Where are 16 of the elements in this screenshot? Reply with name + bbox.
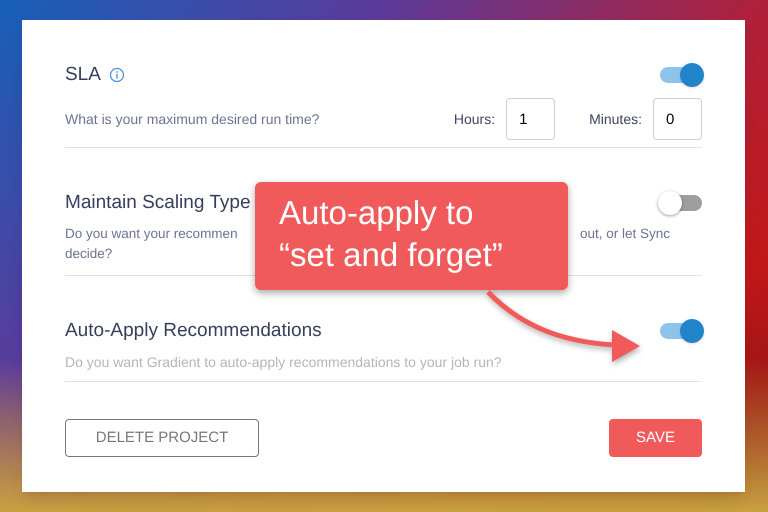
section-title: SLA — [65, 62, 101, 87]
description-text: decide? — [65, 246, 112, 261]
description-text: Do you want Gradient to auto-apply recommendations to your job run? — [65, 353, 503, 372]
field-label: Hours: — [454, 110, 496, 128]
description-text: Do you want your recommen — [65, 225, 238, 243]
section-title: Maintain Scaling Type — [65, 190, 251, 215]
callout-text: “set and forget” — [279, 235, 504, 275]
number-field[interactable]: 1 — [506, 98, 556, 140]
description-text: What is your maximum desired run time? — [65, 110, 320, 129]
field-label: Minutes: — [589, 110, 642, 128]
delete-button[interactable]: DELETE PROJECT — [65, 419, 259, 457]
section-title: Auto-Apply Recommendations — [65, 318, 322, 343]
info-icon[interactable] — [108, 67, 125, 83]
callout-text: Auto-apply to — [279, 193, 474, 233]
description-text: out, or let Sync — [580, 225, 670, 243]
number-field[interactable]: 0 — [653, 98, 702, 140]
